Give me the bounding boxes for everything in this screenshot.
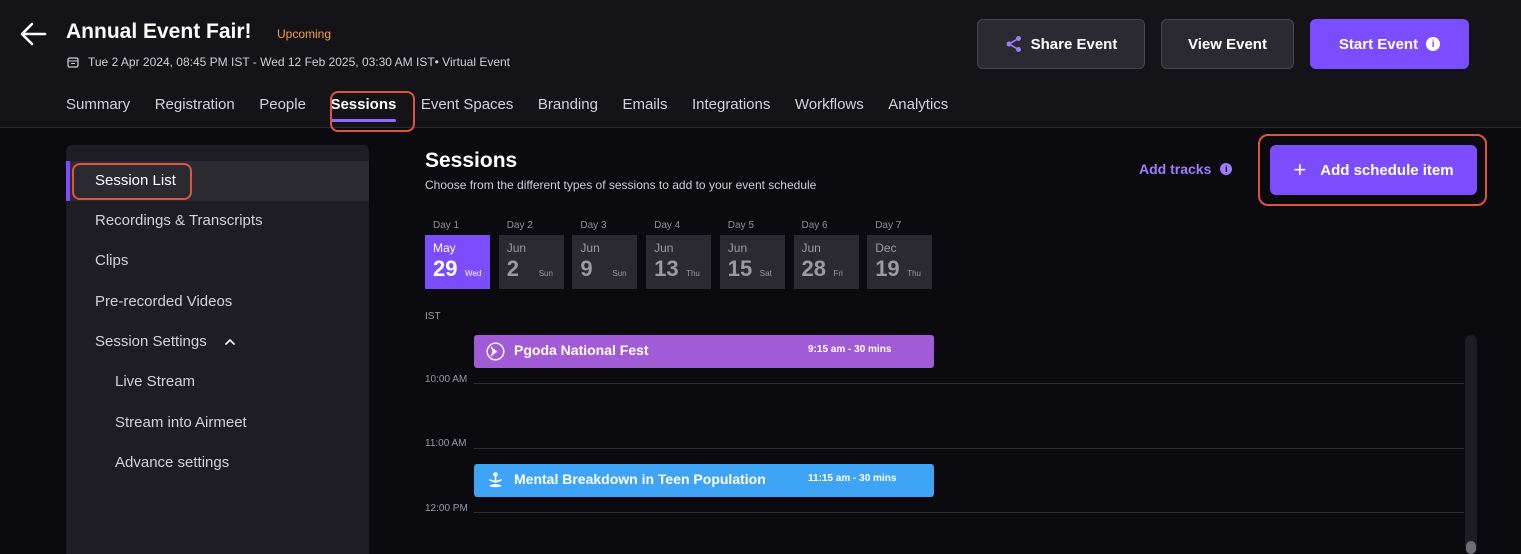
add-schedule-item-label: Add schedule item	[1320, 161, 1454, 179]
day-number: 28	[801, 256, 826, 281]
day-number: 2	[506, 256, 519, 281]
day-weekday: Sun	[538, 269, 553, 278]
session-card[interactable]: Pgoda National Fest 9:15 am - 30 mins	[474, 335, 934, 368]
info-icon: i	[1426, 37, 1441, 51]
sidebar-item-live-stream[interactable]: Live Stream	[115, 373, 195, 390]
broadcast-icon	[486, 342, 505, 361]
event-header: Annual Event Fair! Upcoming Tue 2 Apr 20…	[0, 0, 1521, 128]
sidebar-active-indicator	[66, 161, 70, 201]
hour-line	[474, 512, 1464, 513]
day-month: Dec	[875, 241, 897, 255]
sidebar-item-prerecorded-videos[interactable]: Pre-recorded Videos	[95, 293, 232, 310]
sidebar-item-recordings[interactable]: Recordings & Transcripts	[95, 212, 263, 229]
plus-icon: +	[1293, 157, 1307, 182]
add-tracks-link[interactable]: Add tracks i	[1139, 161, 1233, 177]
day-label: Day 7	[875, 220, 902, 231]
session-time: 11:15 am - 30 mins	[808, 473, 897, 484]
session-title: Pgoda National Fest	[514, 342, 649, 358]
tab-analytics[interactable]: Analytics	[888, 96, 948, 113]
tab-branding[interactable]: Branding	[538, 96, 598, 113]
tab-event-spaces[interactable]: Event Spaces	[421, 96, 514, 113]
day-month: Jun	[506, 241, 527, 255]
day-label: Day 4	[654, 220, 681, 231]
tab-workflows[interactable]: Workflows	[795, 96, 864, 113]
tab-emails[interactable]: Emails	[622, 96, 667, 113]
view-event-button[interactable]: View Event	[1161, 19, 1294, 69]
day-label: Day 3	[580, 220, 607, 231]
page-title: Sessions	[425, 149, 518, 172]
share-event-label: Share Event	[1030, 35, 1118, 53]
tab-summary[interactable]: Summary	[66, 96, 130, 113]
day-1-button[interactable]: May 29 Wed	[425, 235, 490, 289]
session-card[interactable]: Mental Breakdown in Teen Population 11:1…	[474, 464, 934, 497]
info-icon: i	[1220, 163, 1233, 175]
calendar-icon	[67, 57, 79, 68]
tab-sessions[interactable]: Sessions	[330, 96, 396, 122]
scrollbar-thumb[interactable]	[1466, 541, 1476, 554]
day-month: Jun	[727, 241, 748, 255]
add-tracks-label: Add tracks	[1139, 161, 1212, 177]
day-2-button[interactable]: Jun 2 Sun	[498, 235, 564, 289]
hour-line	[474, 448, 1464, 449]
session-title: Mental Breakdown in Teen Population	[514, 471, 766, 487]
day-weekday: Fri	[833, 269, 843, 278]
page-subtitle: Choose from the different types of sessi…	[425, 178, 817, 192]
day-5-button[interactable]: Jun 15 Sat	[719, 235, 785, 289]
day-month: Jun	[580, 241, 600, 255]
day-number: 13	[654, 256, 679, 281]
day-number: 15	[727, 256, 753, 281]
day-number: 9	[580, 256, 593, 281]
day-number: 19	[875, 256, 900, 281]
time-label: 11:00 AM	[425, 438, 467, 449]
sessions-sidebar: Session List Recordings & Transcripts Cl…	[66, 145, 369, 554]
share-event-button[interactable]: Share Event	[977, 19, 1145, 69]
day-label: Day 2	[506, 220, 533, 231]
day-weekday: Sat	[759, 269, 772, 278]
sidebar-item-stream-into-airmeet[interactable]: Stream into Airmeet	[115, 414, 247, 431]
day-label: Day 6	[801, 220, 828, 231]
day-weekday: Thu	[686, 269, 700, 278]
day-weekday: Wed	[465, 269, 482, 278]
event-tabs: Summary Registration People Sessions Event S…	[66, 96, 973, 122]
tab-people[interactable]: People	[259, 96, 306, 113]
day-6-button[interactable]: Jun 28 Fri	[793, 235, 859, 289]
day-month: Jun	[801, 241, 821, 255]
timezone-label: IST	[425, 311, 441, 322]
day-label: Day 1	[433, 220, 460, 231]
day-weekday: Thu	[907, 269, 921, 278]
sidebar-item-clips[interactable]: Clips	[95, 252, 128, 269]
day-number: 29	[433, 256, 458, 281]
session-time: 9:15 am - 30 mins	[808, 344, 892, 355]
day-label: Day 5	[727, 220, 754, 231]
sidebar-item-advance-settings[interactable]: Advance settings	[115, 454, 229, 471]
day-7-button[interactable]: Dec 19 Thu	[867, 235, 933, 289]
schedule-scrollbar[interactable]	[1465, 335, 1477, 554]
add-schedule-item-button[interactable]: + Add schedule item	[1270, 145, 1477, 195]
chevron-up-icon	[225, 339, 235, 345]
day-month: May	[433, 241, 456, 255]
start-event-label: Start Event	[1338, 35, 1419, 53]
sidebar-item-session-list[interactable]: Session List	[95, 172, 176, 189]
time-label: 10:00 AM	[425, 374, 468, 385]
event-title: Annual Event Fair!	[66, 20, 252, 43]
view-event-label: View Event	[1188, 35, 1267, 53]
meditation-icon	[489, 472, 502, 488]
hour-line	[474, 383, 1464, 384]
day-4-button[interactable]: Jun 13 Thu	[646, 235, 712, 289]
tab-registration[interactable]: Registration	[155, 96, 235, 113]
session-settings-label: Session Settings	[95, 333, 207, 350]
start-event-button[interactable]: Start Event i	[1310, 19, 1469, 69]
status-badge: Upcoming	[277, 27, 332, 41]
tab-integrations[interactable]: Integrations	[692, 96, 770, 113]
day-weekday: Sun	[612, 269, 627, 278]
day-3-button[interactable]: Jun 9 Sun	[572, 235, 638, 289]
back-arrow-icon[interactable]	[18, 20, 48, 48]
time-label: 12:00 PM	[425, 503, 468, 514]
day-month: Jun	[654, 241, 674, 255]
share-icon	[1006, 36, 1021, 52]
sidebar-item-session-settings[interactable]: Session Settings	[95, 333, 235, 350]
event-dates: Tue 2 Apr 2024, 08:45 PM IST - Wed 12 Fe…	[88, 55, 510, 69]
